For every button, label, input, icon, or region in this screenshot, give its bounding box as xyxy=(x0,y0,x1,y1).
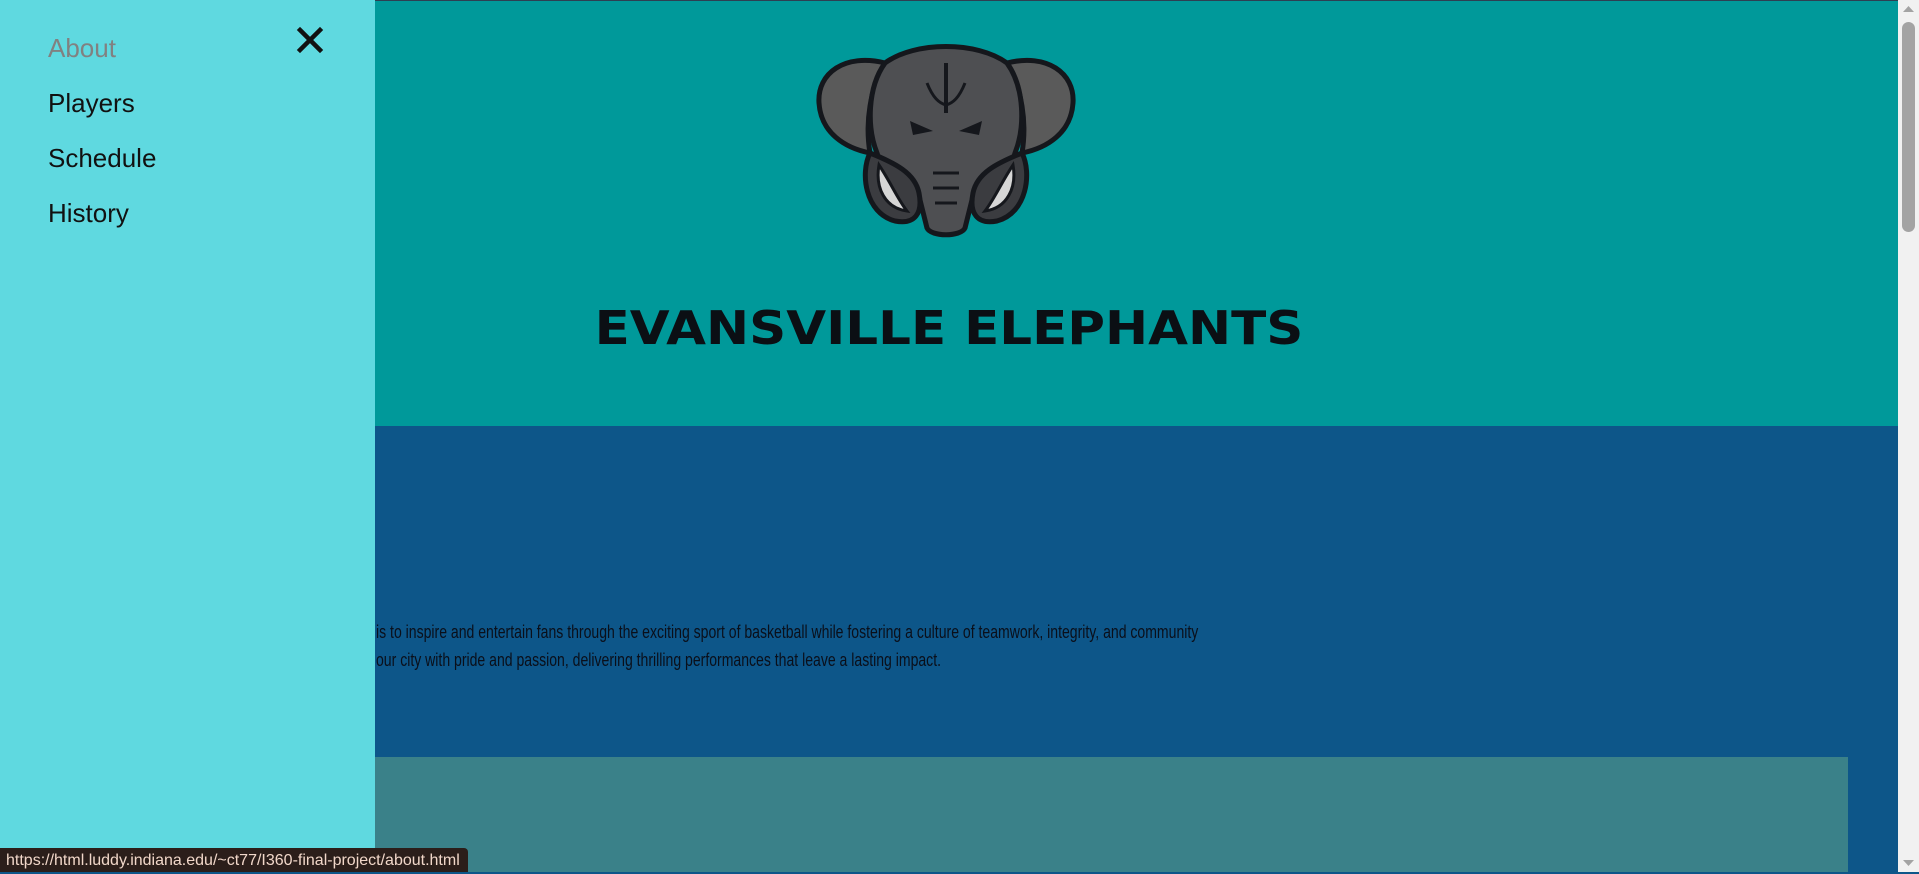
elephant-logo-icon xyxy=(816,44,1076,238)
mission-text: is to inspire and entertain fans through… xyxy=(376,618,1199,674)
scroll-down-arrow-icon[interactable] xyxy=(1898,855,1919,872)
mission-line-2: our city with pride and passion, deliver… xyxy=(376,650,942,670)
scrollbar-thumb[interactable] xyxy=(1902,22,1915,232)
status-bar-url: https://html.luddy.indiana.edu/~ct77/I36… xyxy=(0,848,468,872)
side-navigation: About Players Schedule History xyxy=(0,0,375,872)
nav-item-about[interactable]: About xyxy=(48,33,116,64)
nav-item-history[interactable]: History xyxy=(48,198,129,229)
mission-line-1: is to inspire and entertain fans through… xyxy=(376,622,1199,642)
nav-item-players[interactable]: Players xyxy=(48,88,135,119)
scroll-up-arrow-icon[interactable] xyxy=(1898,0,1919,17)
nav-item-schedule[interactable]: Schedule xyxy=(48,143,156,174)
close-icon[interactable] xyxy=(292,22,328,58)
vertical-scrollbar[interactable] xyxy=(1898,0,1919,872)
